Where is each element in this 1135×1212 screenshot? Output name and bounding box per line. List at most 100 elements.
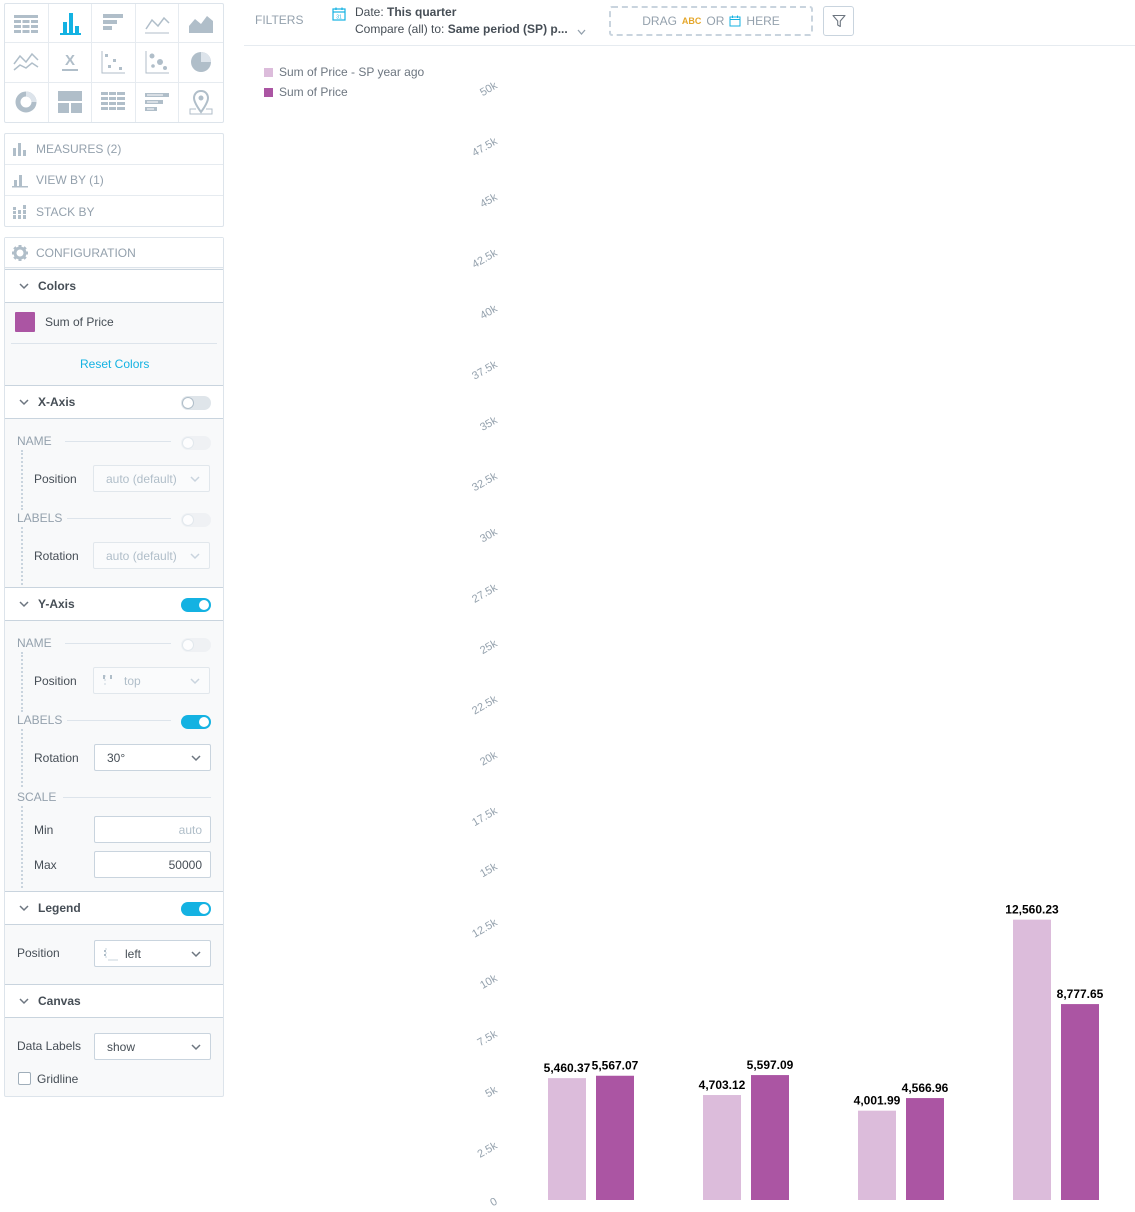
data-label: 5,567.07 (592, 1059, 639, 1073)
legend-position-value: left (125, 946, 142, 961)
data-label: 4,566.96 (902, 1081, 949, 1095)
viz-donut-button[interactable] (5, 82, 49, 122)
canvas-section-header[interactable]: Canvas (5, 984, 223, 1018)
y-tick-label: 10k (478, 972, 500, 992)
bullet-chart-icon (145, 93, 170, 112)
date-filter-line1: Date: This quarter (355, 5, 456, 19)
y-axis-labels-toggle[interactable] (181, 715, 211, 729)
compare-prefix: Compare (all) to: (355, 22, 448, 36)
y-tick-label: 15k (478, 861, 500, 881)
bar (1013, 919, 1051, 1200)
viz-scatter-button[interactable] (92, 43, 136, 83)
x-axis-rotation-dropdown[interactable]: auto (default) (93, 542, 210, 569)
bar (858, 1110, 896, 1200)
y-tick-label: 2.5k (475, 1140, 499, 1161)
svg-text:31: 31 (336, 15, 342, 21)
svg-text:X: X (65, 52, 75, 69)
calendar-icon: 31 (332, 7, 346, 21)
pie-chart-icon (191, 52, 212, 73)
chevron-down-icon (19, 905, 29, 912)
color-swatch[interactable] (15, 312, 35, 332)
filter-drop-zone[interactable]: DRAG ABC OR HERE (609, 6, 813, 36)
legend-swatch (264, 67, 273, 77)
data-labels-dropdown[interactable]: show (94, 1033, 211, 1060)
viz-line-button[interactable] (135, 4, 180, 44)
date-filter-value: This quarter (387, 5, 457, 19)
view-by-bucket[interactable]: VIEW BY (1) (5, 165, 223, 196)
y-axis-labels-label: LABELS (17, 713, 63, 727)
data-label: 4,703.12 (699, 1078, 746, 1092)
drop-zone-here: HERE (746, 14, 780, 28)
viz-table-button[interactable] (5, 4, 49, 44)
y-axis-toggle[interactable] (181, 598, 211, 612)
configuration-header[interactable]: CONFIGURATION (5, 238, 223, 268)
y-axis-rotation-dropdown[interactable]: 30° (94, 744, 211, 771)
legend-toggle[interactable] (181, 902, 211, 916)
viz-geo-button[interactable] (179, 83, 223, 122)
filters-label: FILTERS (255, 13, 304, 27)
date-filter-button[interactable]: 31 Date: This quarter Compare (all) to: … (332, 5, 592, 41)
y-axis-min-input[interactable] (94, 816, 211, 843)
viz-pie-button[interactable] (179, 43, 223, 83)
reset-colors-link[interactable]: Reset Colors (80, 357, 149, 371)
x-axis-labels-label: LABELS (17, 511, 63, 525)
dotted-guide (21, 527, 23, 585)
compare-value: Same period (SP) p... (447, 22, 568, 36)
dotted-guide (21, 806, 23, 888)
stack-by-icon (13, 204, 26, 219)
bubble-chart-icon (145, 51, 170, 74)
divider (67, 720, 171, 721)
data-label: 4,001.99 (854, 1094, 901, 1108)
viz-bar-button[interactable] (92, 4, 136, 44)
viz-bubble-button[interactable] (135, 43, 180, 83)
y-axis-max-input[interactable] (94, 851, 211, 878)
y-tick-label: 37.5k (470, 358, 500, 382)
bar-chart-icon (103, 14, 124, 31)
table-icon (14, 15, 39, 34)
viz-headline-button[interactable]: X (48, 43, 93, 83)
x-axis-section-title: X-Axis (38, 395, 76, 409)
canvas-section-title: Canvas (38, 994, 81, 1008)
bar (548, 1078, 586, 1200)
viz-column-button[interactable] (48, 4, 93, 44)
stack-by-bucket[interactable]: STACK BY (5, 196, 223, 227)
filter-button[interactable] (823, 6, 854, 36)
x-axis-section-header[interactable]: X-Axis (5, 385, 223, 419)
dotted-guide (21, 652, 23, 712)
y-axis-position-dropdown[interactable]: top (93, 667, 210, 694)
legend-item-sum-of-price[interactable]: Sum of Price (264, 82, 424, 102)
y-axis-position-value: top (124, 673, 141, 688)
legend-item-sp-year-ago[interactable]: Sum of Price - SP year ago (264, 62, 424, 82)
x-axis-toggle[interactable] (181, 396, 211, 410)
y-tick-label: 5k (483, 1084, 499, 1100)
x-axis-position-dropdown[interactable]: auto (default) (93, 465, 210, 492)
y-tick-label: 45k (478, 191, 500, 211)
x-axis-name-toggle[interactable] (181, 436, 211, 450)
map-pin-icon (189, 90, 213, 115)
measures-bucket[interactable]: MEASURES (2) (5, 134, 223, 165)
viz-bullet-button[interactable] (136, 82, 180, 122)
legend-position-dropdown[interactable]: left (94, 940, 211, 967)
y-tick-label: 0 (488, 1196, 499, 1209)
data-labels-label: Data Labels (17, 1039, 82, 1053)
chevron-down-icon (191, 951, 201, 958)
funnel-icon (831, 14, 846, 28)
legend-label: Sum of Price - SP year ago (279, 65, 425, 79)
divider (65, 441, 171, 442)
viz-treemap-button[interactable] (49, 82, 93, 122)
stack-by-bucket-label: STACK BY (36, 204, 95, 219)
legend-section-header[interactable]: Legend (5, 891, 223, 925)
colors-section-header[interactable]: Colors (5, 269, 223, 303)
viz-combo-button[interactable] (5, 43, 49, 83)
x-axis-labels-toggle[interactable] (181, 513, 211, 527)
data-label: 8,777.65 (1057, 987, 1104, 1001)
y-axis-section-header[interactable]: Y-Axis (5, 587, 223, 621)
viz-heatmap-button[interactable] (92, 82, 136, 122)
y-tick-label: 35k (478, 414, 500, 434)
viz-area-button[interactable] (179, 4, 223, 44)
y-axis-name-toggle[interactable] (181, 638, 211, 652)
gridline-checkbox[interactable] (18, 1072, 31, 1085)
line-chart-icon (145, 17, 170, 34)
chevron-down-icon (577, 29, 586, 35)
x-axis-rotation-value: auto (default) (106, 548, 177, 563)
